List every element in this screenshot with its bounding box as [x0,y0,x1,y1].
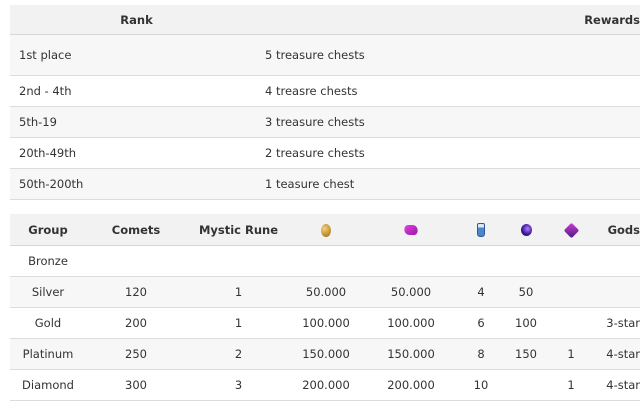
rank-row: 50th-200th 1 teasure chest [10,168,640,200]
comets-cell: 200 [86,307,186,339]
purple-crystal-header [551,214,591,246]
blue-potion-header [461,214,501,246]
purple-crystal-cell: 1 [551,369,591,401]
rank-rewards-table: Rank Rewards 1st place 5 treasure chests… [10,5,640,200]
purple-crystal-cell [551,276,591,308]
blue-potion-cell: 8 [461,338,501,370]
blue-potion-cell: 6 [461,307,501,339]
golden-egg-cell: 150.000 [291,338,361,370]
rank-header: Rank [10,5,263,35]
rank-cell: 50th-200th [10,168,263,200]
comets-cell: 250 [86,338,186,370]
golden-egg-icon [321,223,331,237]
dark-orb-cell: 150 [501,338,551,370]
rank-cell: 2nd - 4th [10,75,263,107]
mystic-rune-cell: 1 [186,307,291,339]
magenta-wing-cell: 200.000 [361,369,461,401]
group-row: Bronze [10,245,640,277]
mystic-rune-header: Mystic Rune [186,214,291,246]
purple-crystal-icon [563,222,579,238]
gods-cell: 4-star [591,369,640,401]
group-row: Silver 120 1 50.000 50.000 4 50 [10,276,640,308]
magenta-wing-cell: 150.000 [361,338,461,370]
golden-egg-cell [291,245,361,277]
blue-potion-cell [461,245,501,277]
dark-orb-cell: 50 [501,276,551,308]
rank-row: 20th-49th 2 treasure chests [10,137,640,169]
golden-egg-cell: 200.000 [291,369,361,401]
rank-row: 2nd - 4th 4 treasre chests [10,75,640,107]
magenta-wing-cell: 50.000 [361,276,461,308]
magenta-wing-header [361,214,461,246]
group-rewards-table: Group Comets Mystic Rune Gods Bronze Sil… [10,214,640,401]
group-row: Gold 200 1 100.000 100.000 6 100 3-star [10,307,640,339]
gods-cell: 3-star [591,307,640,339]
group-cell: Silver [10,276,86,308]
comets-header: Comets [86,214,186,246]
rewards-header: Rewards [263,5,640,35]
dark-orb-cell [501,369,551,401]
group-cell: Platinum [10,338,86,370]
magenta-wing-icon [402,225,420,235]
group-row: Diamond 300 3 200.000 200.000 10 1 4-sta… [10,369,640,401]
comets-cell [86,245,186,277]
golden-egg-cell: 50.000 [291,276,361,308]
reward-cell: 5 treasure chests [263,34,640,76]
gods-header: Gods [591,214,640,246]
golden-egg-cell: 100.000 [291,307,361,339]
comets-cell: 300 [86,369,186,401]
reward-cell: 3 treasure chests [263,106,640,138]
magenta-wing-cell [361,245,461,277]
rank-table-header-row: Rank Rewards [10,5,640,35]
group-cell: Diamond [10,369,86,401]
blue-potion-cell: 10 [461,369,501,401]
purple-crystal-cell: 1 [551,338,591,370]
comets-cell: 120 [86,276,186,308]
golden-egg-header [291,214,361,246]
blue-potion-cell: 4 [461,276,501,308]
rank-cell: 1st place [10,34,263,76]
dark-orb-cell [501,245,551,277]
dark-orb-header [501,214,551,246]
group-table-header-row: Group Comets Mystic Rune Gods [10,214,640,246]
blue-potion-icon [477,222,485,237]
gods-cell: 4-star [591,338,640,370]
purple-crystal-cell [551,245,591,277]
gods-cell [591,276,640,308]
group-header: Group [10,214,86,246]
dark-orb-icon [520,224,532,236]
rank-row: 1st place 5 treasure chests [10,34,640,76]
reward-cell: 1 teasure chest [263,168,640,200]
reward-cell: 4 treasre chests [263,75,640,107]
rank-cell: 20th-49th [10,137,263,169]
gods-cell [591,245,640,277]
reward-cell: 2 treasure chests [263,137,640,169]
dark-orb-cell: 100 [501,307,551,339]
mystic-rune-cell: 2 [186,338,291,370]
rank-cell: 5th-19 [10,106,263,138]
magenta-wing-cell: 100.000 [361,307,461,339]
mystic-rune-cell: 1 [186,276,291,308]
purple-crystal-cell [551,307,591,339]
mystic-rune-cell [186,245,291,277]
group-cell: Gold [10,307,86,339]
rank-row: 5th-19 3 treasure chests [10,106,640,138]
mystic-rune-cell: 3 [186,369,291,401]
group-row: Platinum 250 2 150.000 150.000 8 150 1 4… [10,338,640,370]
group-cell: Bronze [10,245,86,277]
